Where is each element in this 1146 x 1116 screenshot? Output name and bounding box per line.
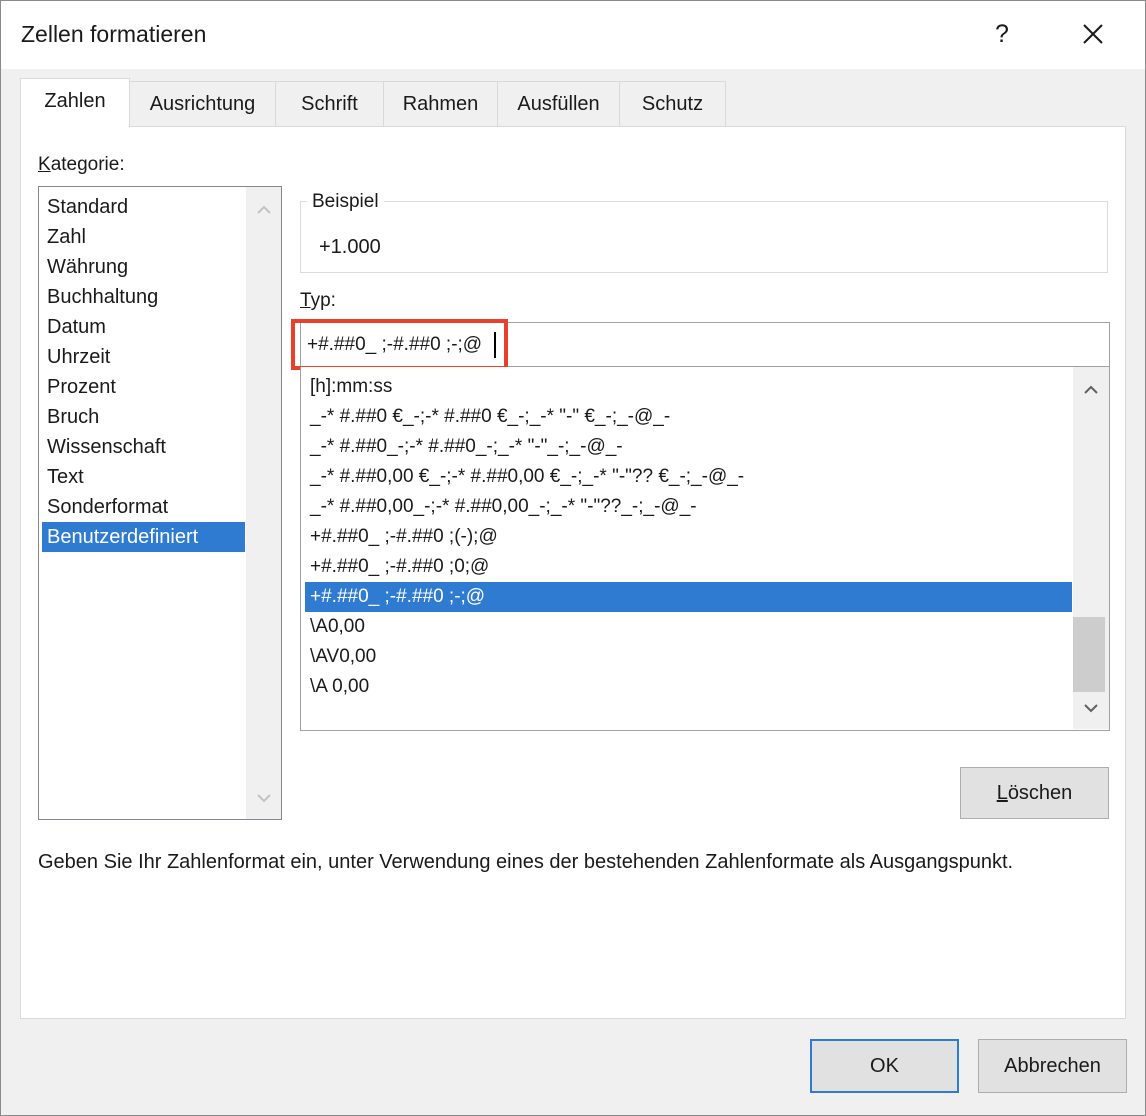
format-item[interactable]: _-* #.##0 €_-;-* #.##0 €_-;_-* "-" €_-;_… xyxy=(305,402,1072,432)
type-label: Typ: xyxy=(300,290,336,312)
type-label-accel: T xyxy=(300,290,311,311)
title-bar[interactable]: Zellen formatieren ? xyxy=(1,1,1145,69)
help-button[interactable]: ? xyxy=(977,9,1027,59)
scroll-thumb[interactable] xyxy=(1073,617,1105,692)
close-icon xyxy=(1083,24,1103,44)
format-item[interactable]: \A 0,00 xyxy=(305,672,1072,702)
category-item-standard[interactable]: Standard xyxy=(42,192,245,222)
category-item-text[interactable]: Text xyxy=(42,462,245,492)
delete-button-accel: L xyxy=(996,782,1008,804)
format-item[interactable]: +#.##0_ ;-#.##0 ;(-);@ xyxy=(305,522,1072,552)
sample-group xyxy=(300,201,1108,273)
category-label-accel: K xyxy=(38,154,51,175)
ok-button[interactable]: OK xyxy=(810,1039,959,1093)
category-label: Kategorie: xyxy=(38,154,125,176)
category-item-bruch[interactable]: Bruch xyxy=(42,402,245,432)
format-item[interactable]: _-* #.##0,00_-;-* #.##0,00_-;_-* "-"??_-… xyxy=(305,492,1072,522)
category-scrollbar[interactable] xyxy=(246,187,281,819)
format-item[interactable]: _-* #.##0,00 €_-;-* #.##0,00 €_-;_-* "-"… xyxy=(305,462,1072,492)
category-item-waehrung[interactable]: Währung xyxy=(42,252,245,282)
category-item-prozent[interactable]: Prozent xyxy=(42,372,245,402)
tab-ausrichtung[interactable]: Ausrichtung xyxy=(129,81,276,126)
format-item[interactable]: [h]:mm:ss xyxy=(305,372,1072,402)
chevron-up-icon[interactable] xyxy=(1081,381,1101,399)
format-cells-dialog: Zellen formatieren ? Zahlen Ausrichtung … xyxy=(0,0,1146,1116)
category-item-benutzerdefiniert[interactable]: Benutzerdefiniert xyxy=(42,522,245,552)
format-list[interactable]: [h]:mm:ss _-* #.##0 €_-;-* #.##0 €_-;_-*… xyxy=(300,367,1110,731)
tab-schutz[interactable]: Schutz xyxy=(619,81,726,126)
tab-ausfuellen[interactable]: Ausfüllen xyxy=(497,81,620,126)
category-item-datum[interactable]: Datum xyxy=(42,312,245,342)
format-item[interactable]: \AV0,00 xyxy=(305,642,1072,672)
category-item-buchhaltung[interactable]: Buchhaltung xyxy=(42,282,245,312)
format-scrollbar[interactable] xyxy=(1073,367,1109,729)
format-item[interactable]: +#.##0_ ;-#.##0 ;0;@ xyxy=(305,552,1072,582)
tab-schrift[interactable]: Schrift xyxy=(275,81,384,126)
close-button[interactable] xyxy=(1067,9,1119,59)
format-item[interactable]: \A0,00 xyxy=(305,612,1072,642)
chevron-up-icon[interactable] xyxy=(254,201,274,219)
category-item-wissenschaft[interactable]: Wissenschaft xyxy=(42,432,245,462)
chevron-down-icon[interactable] xyxy=(254,789,274,807)
sample-legend: Beispiel xyxy=(307,191,384,213)
format-item[interactable]: _-* #.##0_-;-* #.##0_-;_-* "-"_-;_-@_- xyxy=(305,432,1072,462)
format-item-selected[interactable]: +#.##0_ ;-#.##0 ;-;@ xyxy=(305,582,1072,612)
category-item-zahl[interactable]: Zahl xyxy=(42,222,245,252)
hint-text: Geben Sie Ihr Zahlenformat ein, unter Ve… xyxy=(38,851,1014,873)
type-label-rest: yp: xyxy=(310,290,336,311)
category-list[interactable]: Standard Zahl Währung Buchhaltung Datum … xyxy=(38,186,282,820)
cancel-button[interactable]: Abbrechen xyxy=(978,1039,1127,1093)
delete-button-rest: öschen xyxy=(1007,782,1073,804)
dialog-title: Zellen formatieren xyxy=(21,21,207,47)
category-label-rest: ategorie: xyxy=(50,154,125,175)
tab-rahmen[interactable]: Rahmen xyxy=(383,81,498,126)
category-item-sonderformat[interactable]: Sonderformat xyxy=(42,492,245,522)
delete-button[interactable]: Löschen xyxy=(960,767,1109,819)
chevron-down-icon[interactable] xyxy=(1081,699,1101,717)
category-item-uhrzeit[interactable]: Uhrzeit xyxy=(42,342,245,372)
tab-zahlen[interactable]: Zahlen xyxy=(20,78,130,127)
highlight-annotation xyxy=(291,319,508,370)
sample-value: +1.000 xyxy=(319,236,381,258)
